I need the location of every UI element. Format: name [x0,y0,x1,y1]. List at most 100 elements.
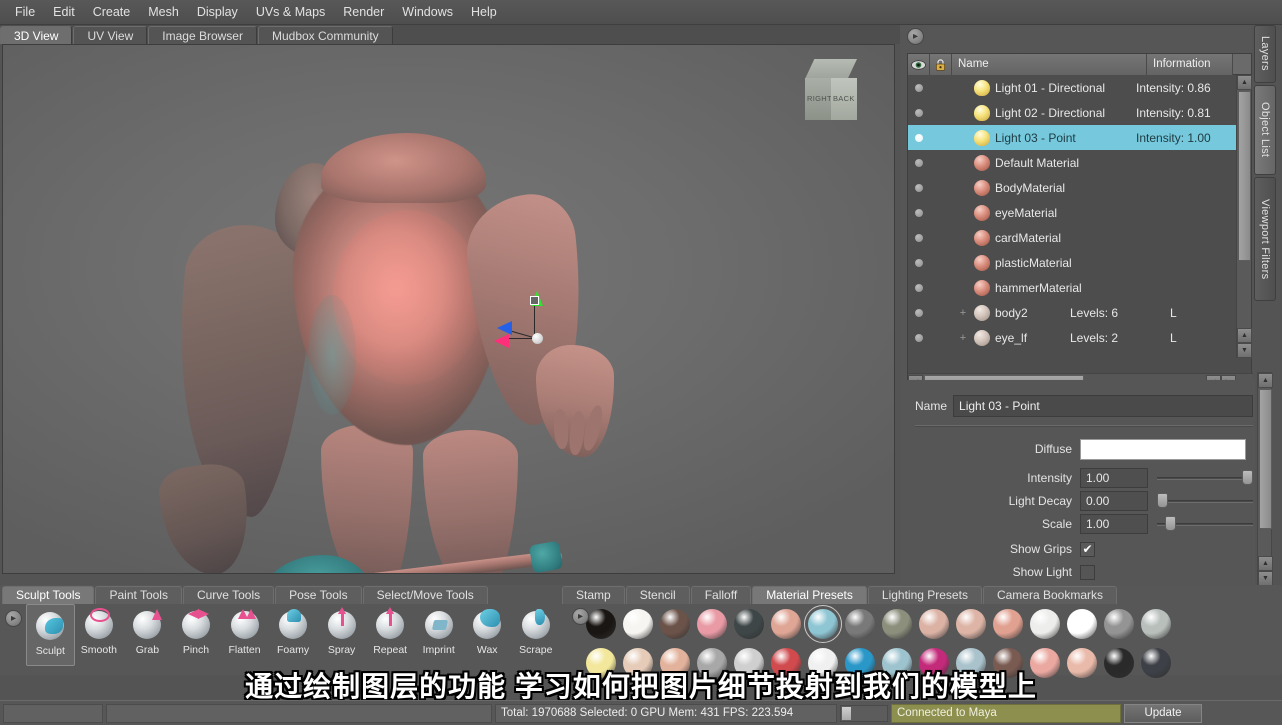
visibility-toggle-icon[interactable] [908,308,930,317]
object-list-row[interactable]: Light 01 - Directional Intensity: 0.86 [908,75,1236,100]
object-list-row[interactable]: plasticMaterial [908,250,1236,275]
material-preset-swatch[interactable] [845,647,875,678]
tool-button-sculpt[interactable]: Sculpt [26,604,75,666]
intensity-value-input[interactable]: 1.00 [1080,468,1148,488]
view-tab-3d-view[interactable]: 3D View [0,26,73,44]
preset-tab-stencil[interactable]: Stencil [625,586,690,604]
props-scrollbar-thumb[interactable] [1259,389,1272,529]
visibility-toggle-icon[interactable] [908,108,930,117]
material-preset-swatch[interactable] [1141,647,1171,678]
tool-button-grab[interactable]: Grab [123,604,172,666]
scroll-down-button[interactable]: ▼ [1237,343,1252,358]
material-preset-swatch[interactable] [1141,608,1171,639]
gizmo-arrow-z-icon[interactable] [497,321,512,335]
material-preset-swatch[interactable] [1067,608,1097,639]
preset-tray-expander-chevron-right-icon[interactable]: ▸ [572,608,589,625]
gizmo-center-handle[interactable] [532,333,543,344]
tool-tab-curve-tools[interactable]: Curve Tools [182,586,275,604]
object-list-row[interactable]: + body2 Levels: 6 L [908,300,1236,325]
lock-icon[interactable] [930,54,952,75]
scroll-up-button[interactable]: ▲ [1237,75,1252,90]
view-cube-top-face[interactable] [805,59,857,79]
light-manipulator-gizmo[interactable] [493,285,563,355]
diffuse-color-swatch[interactable] [1080,438,1246,460]
expand-toggle-plus-icon[interactable]: + [952,307,974,319]
menu-item-mesh[interactable]: Mesh [139,2,188,22]
material-preset-swatch[interactable] [1030,608,1060,639]
slider-knob[interactable] [1165,516,1176,531]
gizmo-handle-square[interactable] [530,296,539,305]
object-list-vertical-scrollbar[interactable]: ▲ ▲ ▼ [1236,75,1252,358]
eye-icon[interactable] [908,54,930,75]
object-list-row[interactable]: BodyMaterial [908,175,1236,200]
visibility-toggle-icon[interactable] [908,283,930,292]
material-preset-swatch[interactable] [771,647,801,678]
tool-button-flatten[interactable]: Flatten [220,604,269,666]
view-cube-right-face[interactable]: RIGHT [805,78,832,120]
object-list-row[interactable]: eyeMaterial [908,200,1236,225]
tool-button-imprint[interactable]: Imprint [414,604,463,666]
object-list-row[interactable]: cardMaterial [908,225,1236,250]
visibility-toggle-icon[interactable] [908,133,930,142]
props-scroll-up-button-2[interactable]: ▲ [1258,556,1273,571]
material-preset-swatch[interactable] [586,608,616,639]
material-preset-swatch[interactable] [919,608,949,639]
scroll-down-button-upper[interactable]: ▲ [1237,328,1252,343]
visibility-toggle-icon[interactable] [908,233,930,242]
tool-tab-paint-tools[interactable]: Paint Tools [95,586,182,604]
menu-item-windows[interactable]: Windows [393,2,462,22]
material-preset-swatch[interactable] [660,647,690,678]
tool-button-foamy[interactable]: Foamy [269,604,318,666]
object-list-row[interactable]: Light 02 - Directional Intensity: 0.81 [908,100,1236,125]
material-preset-swatch[interactable] [734,608,764,639]
preset-tab-camera-bookmarks[interactable]: Camera Bookmarks [982,586,1117,604]
material-preset-swatch[interactable] [660,608,690,639]
light-name-input[interactable] [953,395,1253,417]
material-preset-swatch[interactable] [956,647,986,678]
light-decay-slider[interactable] [1157,491,1253,511]
menu-item-help[interactable]: Help [462,2,506,22]
object-list-row[interactable]: Light 03 - Point Intensity: 1.00 [908,125,1236,150]
visibility-toggle-icon[interactable] [908,208,930,217]
tool-tray-expander-chevron-right-icon[interactable]: ▸ [5,610,22,627]
material-preset-swatch[interactable] [623,647,653,678]
preset-tab-material-presets[interactable]: Material Presets [752,586,867,604]
vertical-tab-viewport-filters[interactable]: Viewport Filters [1254,177,1276,301]
show-light-checkbox[interactable] [1080,564,1095,580]
preset-tab-falloff[interactable]: Falloff [690,586,752,604]
material-preset-swatch[interactable] [804,604,842,643]
menu-item-edit[interactable]: Edit [44,2,84,22]
material-preset-swatch[interactable] [993,647,1023,678]
properties-vertical-scrollbar[interactable]: ▲ ▲ ▼ [1257,372,1273,587]
column-header-name[interactable]: Name [952,54,1147,75]
menu-item-uvs-maps[interactable]: UVs & Maps [247,2,334,22]
3d-viewport[interactable]: RIGHT BACK [2,44,895,574]
scale-slider[interactable] [1157,514,1253,534]
view-tab-image-browser[interactable]: Image Browser [148,26,257,44]
expand-toggle-plus-icon[interactable]: + [952,332,974,344]
update-button[interactable]: Update [1124,703,1202,723]
vertical-tab-layers[interactable]: Layers [1254,25,1276,83]
material-preset-swatch[interactable] [771,608,801,639]
material-preset-swatch[interactable] [1104,608,1134,639]
menu-item-render[interactable]: Render [334,2,393,22]
scrollbar-thumb[interactable] [1238,91,1251,261]
material-preset-swatch[interactable] [882,608,912,639]
material-preset-swatch[interactable] [697,608,727,639]
column-header-information[interactable]: Information [1147,54,1233,75]
gizmo-arrow-x-icon[interactable] [494,334,509,348]
props-scroll-up-button[interactable]: ▲ [1258,373,1273,388]
material-preset-swatch[interactable] [1067,647,1097,678]
preset-tab-lighting-presets[interactable]: Lighting Presets [867,586,982,604]
visibility-toggle-icon[interactable] [908,258,930,267]
view-tab-uv-view[interactable]: UV View [73,26,148,44]
material-preset-swatch[interactable] [697,647,727,678]
object-list-row[interactable]: Default Material [908,150,1236,175]
material-preset-swatch[interactable] [1030,647,1060,678]
menu-item-create[interactable]: Create [84,2,140,22]
material-preset-swatch[interactable] [882,647,912,678]
tool-button-wax[interactable]: Wax [463,604,512,666]
material-preset-swatch[interactable] [1104,647,1134,678]
menu-item-file[interactable]: File [6,2,44,22]
tool-button-repeat[interactable]: Repeat [366,604,415,666]
